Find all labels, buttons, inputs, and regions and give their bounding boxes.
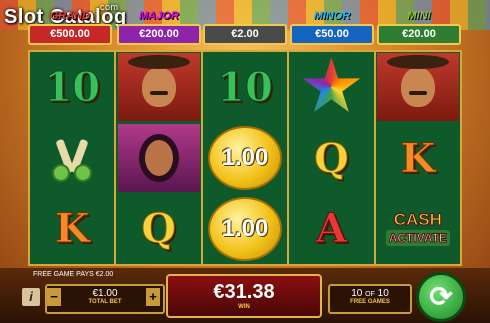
bet-increase-button[interactable]: + [146, 288, 160, 306]
jackpot-label: MINI [407, 10, 431, 22]
win-label: WIN [238, 304, 250, 310]
info-button[interactable]: i [22, 288, 40, 306]
free-games-label: FREE GAMES [350, 299, 390, 305]
reel-3: 10 1.00 1.00 [203, 52, 290, 264]
symbol-ten: 10 [217, 63, 274, 111]
jackpot-mini: MINI €20.00 [377, 10, 461, 45]
jackpot-value: €2.00 [203, 24, 287, 45]
pinata-star-icon [302, 57, 361, 112]
win-display: €31.38 WIN [166, 274, 322, 318]
free-games-counter: 10 OF 10 [351, 288, 389, 299]
jackpot-label: MINOR [313, 10, 351, 22]
jackpot-value: €50.00 [290, 24, 374, 45]
jackpot-value: €20.00 [377, 24, 461, 45]
mariachi-portrait [376, 53, 459, 122]
free-game-pays-text: FREE GAME PAYS €2.00 [33, 271, 114, 278]
symbol-senorita [116, 123, 200, 194]
jackpot-value: €500.00 [28, 24, 112, 45]
jackpot-value: €200.00 [117, 24, 201, 45]
symbol-mariachi [116, 52, 200, 123]
free-games-display: 10 OF 10 FREE GAMES [328, 284, 412, 314]
symbol-cash-coin: 1.00 [203, 193, 287, 264]
symbol-k: K [54, 205, 90, 253]
reel-5: K CASH ACTIVATE [376, 52, 460, 264]
spin-button[interactable]: ⟳ [416, 272, 466, 322]
symbol-cash-coin: 1.00 [203, 123, 287, 194]
jackpot-center: €2.00 [203, 10, 287, 45]
jackpot-major: MAJOR €200.00 [117, 10, 201, 45]
refresh-icon: ⟳ [429, 281, 453, 312]
reel-1: 10 K [30, 52, 117, 264]
jackpot-minor: MINOR €50.00 [290, 10, 374, 45]
symbol-mariachi [376, 52, 460, 123]
symbol-limes [30, 123, 114, 194]
symbol-q: Q [141, 205, 177, 253]
jackpot-label: MAJOR [139, 10, 179, 22]
jackpot-label: GRAND [49, 10, 91, 22]
reel-4: Q A [289, 52, 376, 264]
reel-2: Q [116, 52, 203, 264]
symbol-k: K [400, 134, 436, 182]
symbol-ten: 10 [44, 63, 101, 111]
jackpot-label [203, 10, 287, 23]
symbol-a: A [315, 205, 347, 253]
symbol-cash-activate: CASH ACTIVATE [376, 193, 460, 264]
symbol-pinata [289, 52, 373, 123]
jackpot-grand: GRAND €500.00 [28, 10, 112, 45]
limes-icon [52, 139, 93, 182]
reel-grid: 10 K Q 10 1.00 1.00 Q A K CASH ACTIVATE [28, 50, 462, 266]
bet-decrease-button[interactable]: − [47, 288, 61, 306]
win-value: €31.38 [213, 281, 275, 303]
mariachi-portrait [117, 53, 200, 122]
senorita-portrait [117, 124, 200, 192]
symbol-q: Q [314, 134, 350, 182]
